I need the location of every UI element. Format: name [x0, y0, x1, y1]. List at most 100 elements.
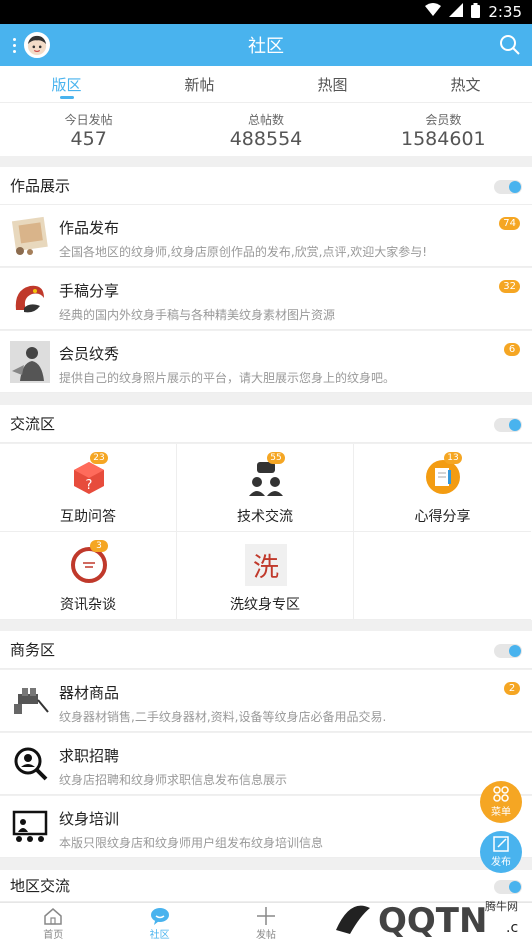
- nav-community[interactable]: 社区: [106, 903, 212, 944]
- watermark-text: 腾牛网: [485, 900, 518, 913]
- section-toggle[interactable]: [494, 180, 522, 194]
- stat-total-posts: 总帖数 488554: [177, 103, 354, 156]
- nav-label: 社区: [149, 930, 170, 941]
- wifi-icon: [425, 3, 442, 21]
- stat-label: 今日发帖: [64, 113, 113, 127]
- fab-label: 菜单: [491, 807, 511, 818]
- forum-row-equipment[interactable]: 器材商品 纹身器材销售,二手纹身器材,资料,设备等纹身店必备用品交易. 2: [0, 670, 532, 732]
- tab-boards[interactable]: 版区: [0, 66, 133, 102]
- removal-character-icon: 洗: [245, 544, 287, 586]
- board-thumbnail-icon: [10, 215, 50, 257]
- count-badge: 3: [90, 540, 108, 552]
- edit-icon: [493, 836, 509, 852]
- count-badge: 55: [267, 452, 285, 464]
- section-header-business[interactable]: 商务区: [0, 631, 532, 669]
- count-badge: 6: [504, 343, 520, 356]
- count-badge: 32: [499, 280, 520, 293]
- page-title: 社区: [248, 36, 284, 57]
- search-icon[interactable]: [498, 33, 522, 57]
- board-name: 纹身培训: [59, 810, 120, 828]
- svg-text:.c: .c: [506, 920, 518, 936]
- section-title: 地区交流: [10, 877, 71, 895]
- board-description: 纹身器材销售,二手纹身器材,资料,设备等纹身店必备用品交易.: [59, 710, 387, 724]
- chat-bubble-icon: [150, 908, 169, 925]
- nav-post[interactable]: 发帖: [213, 903, 319, 944]
- app-bar: 社区: [0, 24, 532, 66]
- stat-value: 1584601: [401, 128, 486, 150]
- stat-today-posts: 今日发帖 457: [0, 103, 177, 156]
- signal-icon: [449, 3, 464, 21]
- nav-home[interactable]: 首页: [0, 903, 106, 944]
- board-description: 提供自己的纹身照片展示的平台，请大胆展示您身上的纹身吧。: [59, 371, 396, 385]
- grid-item-qa[interactable]: ? 23 互助问答: [0, 444, 177, 532]
- nav-label: 发帖: [256, 930, 277, 941]
- svg-text:?: ?: [86, 478, 93, 493]
- section-header-works[interactable]: 作品展示: [0, 167, 532, 205]
- stats-bar: 今日发帖 457 总帖数 488554 会员数 1584601: [0, 102, 532, 156]
- stat-label: 会员数: [425, 113, 462, 127]
- count-badge: 2: [504, 682, 520, 695]
- dragon-sketch-icon: [10, 278, 50, 320]
- watermark-logo: QQTN .c 腾牛网: [330, 888, 526, 944]
- board-name: 会员纹秀: [59, 345, 120, 363]
- section-header-exchange[interactable]: 交流区: [0, 405, 532, 443]
- grid-item-experience[interactable]: 13 心得分享: [354, 444, 531, 532]
- status-time: 2:35: [488, 3, 522, 21]
- board-name: 作品发布: [59, 219, 120, 237]
- forum-row-works-publish[interactable]: 作品发布 全国各地区的纹身师,纹身店原创作品的发布,欣赏,点评,欢迎大家参与! …: [0, 205, 532, 267]
- board-description: 纹身店招聘和纹身师求职信息发布信息展示: [59, 773, 288, 787]
- post-fab-button[interactable]: 发布: [480, 831, 522, 873]
- plus-icon: [257, 907, 276, 925]
- count-badge: 23: [90, 452, 108, 464]
- grid-label: 技术交流: [237, 509, 293, 525]
- board-description: 全国各地区的纹身师,纹身店原创作品的发布,欣赏,点评,欢迎大家参与!: [59, 245, 428, 259]
- section-title: 商务区: [10, 641, 56, 659]
- member-photo-icon: [10, 341, 50, 383]
- stat-label: 总帖数: [247, 113, 284, 127]
- count-badge: 74: [499, 217, 520, 230]
- section-title: 作品展示: [10, 177, 71, 195]
- stat-members: 会员数 1584601: [355, 103, 532, 156]
- battery-icon: [471, 2, 481, 22]
- board-name: 器材商品: [59, 684, 120, 702]
- grid-empty-cell: [354, 532, 531, 620]
- removal-character: 洗: [252, 552, 279, 583]
- grid-item-removal[interactable]: 洗 洗纹身专区: [177, 532, 354, 620]
- menu-fab-button[interactable]: 菜单: [480, 781, 522, 823]
- board-name: 求职招聘: [59, 747, 120, 765]
- tab-new-posts[interactable]: 新帖: [133, 66, 266, 102]
- exchange-grid: ? 23 互助问答 55 技术交流 13 心得分享 3 资讯杂谈 洗 洗纹身专区: [0, 444, 532, 620]
- tab-hot-articles[interactable]: 热文: [399, 66, 532, 102]
- tattoo-machine-icon: [10, 680, 50, 722]
- grid-label: 资讯杂谈: [60, 597, 116, 613]
- board-description: 本版只限纹身店和纹身师用户组发布纹身培训信息: [59, 836, 324, 850]
- svg-text:QQTN: QQTN: [378, 901, 487, 941]
- grid-label: 互助问答: [60, 509, 116, 525]
- board-name: 手稿分享: [59, 282, 120, 300]
- job-search-icon: [10, 743, 50, 785]
- training-presentation-icon: [10, 806, 50, 848]
- tab-hot-images[interactable]: 热图: [266, 66, 399, 102]
- forum-row-sketch-share[interactable]: 手稿分享 经典的国内外纹身手稿与各种精美纹身素材图片资源 32: [0, 268, 532, 330]
- nav-label: 首页: [43, 930, 64, 941]
- grid-label: 心得分享: [414, 509, 471, 525]
- avatar[interactable]: [24, 32, 50, 58]
- forum-row-member-show[interactable]: 会员纹秀 提供自己的纹身照片展示的平台，请大胆展示您身上的纹身吧。 6: [0, 331, 532, 393]
- section-toggle[interactable]: [494, 644, 522, 658]
- count-badge: 13: [444, 452, 462, 464]
- section-title: 交流区: [10, 415, 56, 433]
- grid-item-news[interactable]: 3 资讯杂谈: [0, 532, 177, 620]
- grid-label: 洗纹身专区: [230, 597, 300, 613]
- stat-value: 488554: [229, 128, 303, 150]
- grid-item-tech[interactable]: 55 技术交流: [177, 444, 354, 532]
- overflow-menu-icon[interactable]: [4, 24, 24, 66]
- forum-row-training[interactable]: 纹身培训 本版只限纹身店和纹身师用户组发布纹身培训信息: [0, 796, 532, 858]
- forum-row-jobs[interactable]: 求职招聘 纹身店招聘和纹身师求职信息发布信息展示: [0, 733, 532, 795]
- grid-menu-icon: [493, 786, 509, 802]
- board-description: 经典的国内外纹身手稿与各种精美纹身素材图片资源: [59, 308, 336, 322]
- status-bar: 2:35: [0, 0, 532, 24]
- section-toggle[interactable]: [494, 418, 522, 432]
- stat-value: 457: [70, 128, 107, 150]
- top-tabs: 版区 新帖 热图 热文: [0, 66, 532, 102]
- fab-label: 发布: [491, 857, 511, 868]
